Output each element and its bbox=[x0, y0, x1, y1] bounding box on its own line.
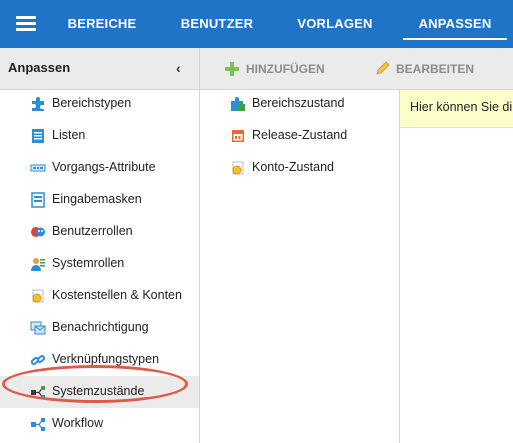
toolbar: HINZUFÜGEN BEARBEITEN bbox=[200, 48, 513, 90]
top-navigation-bar: BEREICHE BENUTZER VORLAGEN ANPASSEN bbox=[0, 0, 513, 48]
info-box: Hier können Sie di bbox=[400, 90, 513, 128]
sidebar-item-label: Kostenstellen & Konten bbox=[52, 288, 182, 302]
nav-benutzer[interactable]: BENUTZER bbox=[173, 0, 261, 48]
workflow-icon bbox=[31, 418, 45, 431]
list-item-release-zustand[interactable]: Release-Zustand bbox=[200, 122, 399, 154]
chevron-left-icon[interactable]: ‹ bbox=[176, 60, 181, 76]
state-list-panel: Bereichszustand Release-Zustand Konto-Zu… bbox=[200, 90, 400, 443]
list-item-label: Release-Zustand bbox=[252, 128, 348, 142]
sidebar-item-eingabemasken[interactable]: Eingabemasken bbox=[0, 184, 199, 216]
notification-icon bbox=[30, 321, 46, 335]
nav-anpassen[interactable]: ANPASSEN bbox=[401, 0, 509, 48]
sidebar-header: Anpassen ‹ bbox=[0, 48, 199, 90]
sidebar-item-benutzerrollen[interactable]: Benutzerrollen bbox=[0, 216, 199, 248]
list-icon bbox=[32, 129, 44, 143]
sidebar-item-label: Eingabemasken bbox=[52, 192, 142, 206]
sidebar-item-label: Benutzerrollen bbox=[52, 224, 133, 238]
sidebar-item-label: Workflow bbox=[52, 416, 104, 430]
form-icon bbox=[31, 192, 45, 208]
user-role-icon bbox=[31, 258, 45, 271]
sidebar-item-listen[interactable]: Listen bbox=[0, 120, 199, 152]
edit-button-label: BEARBEITEN bbox=[396, 62, 475, 76]
coins-icon bbox=[32, 289, 44, 303]
hamburger-menu-icon[interactable] bbox=[16, 16, 36, 32]
sidebar-item-label: Verknüpfungstypen bbox=[52, 352, 160, 366]
link-icon bbox=[30, 355, 46, 365]
nav-vorlagen[interactable]: VORLAGEN bbox=[291, 0, 379, 48]
sidebar-item-label: Bereichstypen bbox=[52, 96, 132, 110]
sidebar-item-label: Listen bbox=[52, 128, 86, 142]
sidebar-item-label: Systemrollen bbox=[52, 256, 125, 270]
attribute-icon bbox=[30, 164, 46, 172]
list-item-konto-zustand[interactable]: Konto-Zustand bbox=[200, 154, 399, 186]
sidebar-title: Anpassen bbox=[8, 60, 71, 75]
sidebar-item-workflow[interactable]: Workflow bbox=[0, 408, 199, 440]
sidebar-item-label: Vorgangs-Attribute bbox=[52, 160, 156, 174]
sidebar-item-systemrollen[interactable]: Systemrollen bbox=[0, 248, 199, 280]
sidebar-item-vorgangs-attribute[interactable]: Vorgangs-Attribute bbox=[0, 152, 199, 184]
sidebar-item-label: Benachrichtigung bbox=[52, 320, 149, 334]
calendar-icon bbox=[232, 130, 244, 142]
account-coins-icon bbox=[232, 161, 244, 175]
list-item-bereichszustand[interactable]: Bereichszustand bbox=[200, 90, 399, 122]
area-state-icon bbox=[231, 97, 245, 111]
list-item-label: Bereichszustand bbox=[252, 96, 345, 110]
masks-icon bbox=[31, 227, 45, 237]
pencil-icon bbox=[376, 61, 390, 75]
nav-bereiche[interactable]: BEREICHE bbox=[62, 0, 142, 48]
list-item-label: Konto-Zustand bbox=[252, 160, 334, 174]
highlight-ellipse bbox=[2, 365, 188, 403]
sidebar-item-benachrichtigung[interactable]: Benachrichtigung bbox=[0, 312, 199, 344]
sidebar-item-kostenstellen-konten[interactable]: Kostenstellen & Konten bbox=[0, 280, 199, 312]
plus-icon bbox=[225, 62, 239, 76]
sidebar-item-bereichstypen[interactable]: Bereichstypen bbox=[0, 88, 199, 120]
add-button-label: HINZUFÜGEN bbox=[246, 62, 325, 76]
info-text: Hier können Sie di bbox=[410, 100, 513, 114]
puzzle-icon bbox=[32, 97, 44, 111]
